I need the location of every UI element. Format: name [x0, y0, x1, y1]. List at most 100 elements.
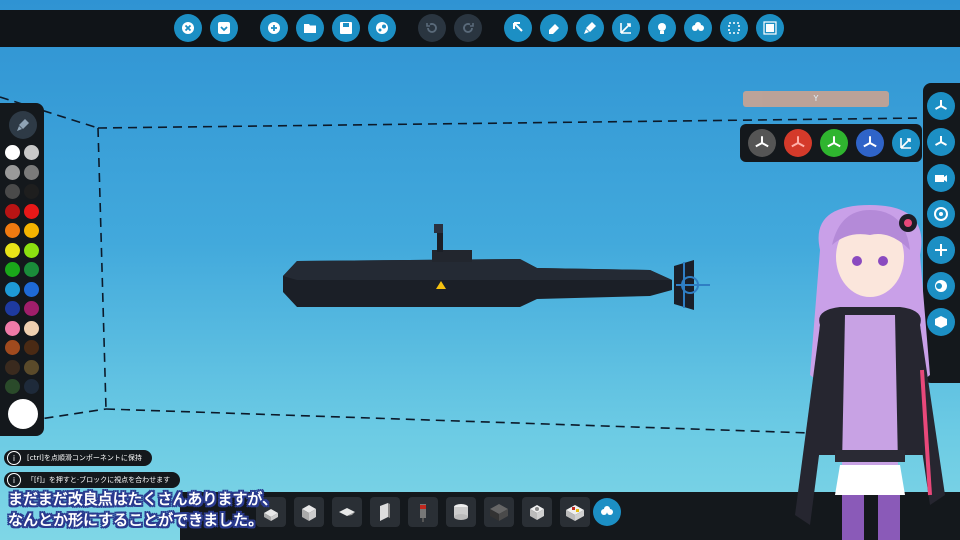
- new-button[interactable]: [260, 14, 288, 42]
- paint-icon: [584, 22, 596, 34]
- view-axis-gray-icon: [755, 136, 769, 148]
- axis-icon: [935, 100, 947, 110]
- block-slot-7[interactable]: [484, 497, 514, 527]
- block-control-icon: [566, 505, 584, 521]
- hint-text: [ctrl]を点順滑コンポーネントに保持: [27, 454, 142, 462]
- block-slot-4[interactable]: [370, 497, 400, 527]
- camera-button[interactable]: [927, 164, 955, 192]
- block-wedge-icon: [339, 508, 355, 516]
- color-swatch[interactable]: [24, 242, 39, 258]
- color-swatch[interactable]: [5, 281, 20, 297]
- undo-icon: [426, 23, 437, 33]
- color-swatch[interactable]: [24, 340, 39, 355]
- axis-view-button-1[interactable]: [927, 92, 955, 120]
- subtitle: まだまだ改良点はたくさんありますが、 なんとか形にすることができました。: [8, 489, 277, 531]
- view-orientation-panel: [740, 124, 922, 162]
- view-x-button[interactable]: [784, 129, 812, 157]
- color-swatch[interactable]: [24, 281, 39, 297]
- close-icon: [182, 22, 194, 34]
- axis-view-button-2[interactable]: [927, 128, 955, 156]
- hint-text: 「[f]」を押すと·ブロックに視点を合わせます: [27, 476, 171, 484]
- block-slot-3[interactable]: [332, 497, 362, 527]
- view-default-button[interactable]: [748, 129, 776, 157]
- top-toolbar: [0, 10, 960, 47]
- undo-button[interactable]: [418, 14, 446, 42]
- hint-ctrl: i [ctrl]を点順滑コンポーネントに保持: [4, 450, 152, 466]
- paint-brush-button[interactable]: [9, 111, 37, 139]
- eraser-tool-button[interactable]: [540, 14, 568, 42]
- axis-icon: [935, 136, 947, 146]
- info-icon: i: [7, 451, 21, 465]
- redo-button[interactable]: [454, 14, 482, 42]
- chip-button[interactable]: [756, 14, 784, 42]
- block-cube-icon: [302, 505, 316, 521]
- color-swatch[interactable]: [5, 301, 20, 316]
- camera-icon: [935, 175, 947, 182]
- character-overlay: [795, 205, 945, 540]
- light-tool-button[interactable]: [648, 14, 676, 42]
- view-expand-button[interactable]: [892, 129, 920, 157]
- marquee-select-button[interactable]: [720, 14, 748, 42]
- block-slot-6[interactable]: [446, 497, 476, 527]
- info-icon: i: [7, 473, 21, 487]
- view-axis-blue-icon: [863, 136, 877, 148]
- collapse-icon: [218, 22, 230, 34]
- view-axis-red-icon: [791, 136, 805, 148]
- transform-tool-button[interactable]: [612, 14, 640, 42]
- component-menu-button[interactable]: [593, 498, 621, 526]
- color-swatch[interactable]: [5, 379, 20, 394]
- select-cursor-icon: [513, 22, 523, 32]
- hint-focus: i 「[f]」を押すと·ブロックに視点を合わせます: [4, 472, 181, 488]
- eraser-icon: [549, 24, 559, 34]
- select-tool-button[interactable]: [504, 14, 532, 42]
- save-button[interactable]: [332, 14, 360, 42]
- block-slot-2[interactable]: [294, 497, 324, 527]
- color-swatch[interactable]: [5, 184, 20, 199]
- view-expand-icon: [900, 138, 911, 149]
- color-swatch[interactable]: [24, 164, 39, 180]
- block-slot-9[interactable]: [560, 497, 590, 527]
- block-panel-icon: [380, 503, 390, 521]
- collapse-button[interactable]: [210, 14, 238, 42]
- color-swatch[interactable]: [5, 359, 20, 375]
- color-swatch[interactable]: [5, 203, 20, 219]
- view-y-button[interactable]: [820, 129, 848, 157]
- transform-icon: [620, 23, 631, 34]
- color-swatch[interactable]: [5, 164, 20, 180]
- color-swatch[interactable]: [24, 145, 39, 160]
- color-swatch[interactable]: [5, 145, 20, 160]
- color-swatch[interactable]: [24, 359, 39, 375]
- block-slot-8[interactable]: [522, 497, 552, 527]
- selected-color-preview[interactable]: [8, 399, 38, 429]
- redo-icon: [463, 23, 474, 33]
- components-icon: [601, 506, 613, 515]
- color-swatch[interactable]: [24, 262, 39, 277]
- color-swatch[interactable]: [5, 223, 20, 238]
- subtitle-line-2: なんとか形にすることができました。: [8, 511, 264, 529]
- color-swatch[interactable]: [5, 262, 20, 277]
- view-z-button[interactable]: [856, 129, 884, 157]
- subtitle-line-1: まだまだ改良点はたくさんありますが、: [8, 490, 278, 508]
- open-button[interactable]: [296, 14, 324, 42]
- paint-tool-button[interactable]: [576, 14, 604, 42]
- folder-icon: [304, 24, 316, 33]
- brush-icon: [17, 119, 29, 131]
- steam-button[interactable]: [368, 14, 396, 42]
- color-swatch[interactable]: [24, 184, 39, 199]
- color-swatch[interactable]: [24, 301, 39, 316]
- axis-slider[interactable]: Y: [743, 91, 889, 107]
- block-slot-5[interactable]: [408, 497, 438, 527]
- components-button[interactable]: [684, 14, 712, 42]
- color-swatch[interactable]: [5, 320, 20, 336]
- components-icon: [692, 22, 704, 31]
- axis-label: Y: [813, 94, 819, 103]
- color-palette: [0, 103, 44, 436]
- color-swatch[interactable]: [24, 203, 39, 219]
- color-swatch[interactable]: [5, 340, 20, 355]
- color-swatch[interactable]: [24, 320, 39, 336]
- submarine[interactable]: [283, 224, 710, 310]
- color-swatch[interactable]: [5, 242, 20, 258]
- color-swatch[interactable]: [24, 379, 39, 394]
- close-button[interactable]: [174, 14, 202, 42]
- color-swatch[interactable]: [24, 223, 39, 238]
